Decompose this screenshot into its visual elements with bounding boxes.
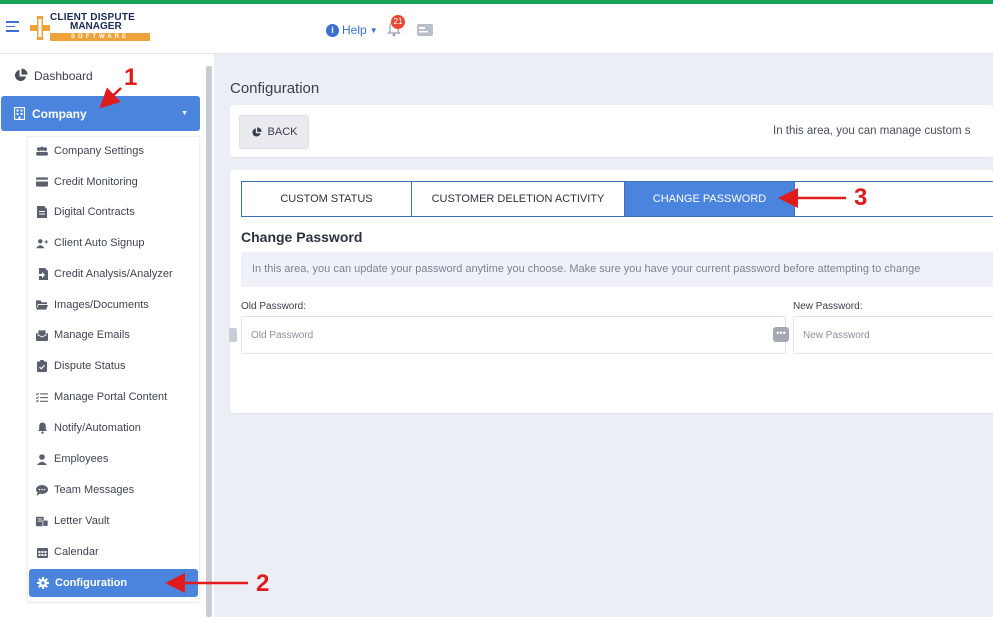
tab-customer-deletion-activity[interactable]: CUSTOMER DELETION ACTIVITY	[412, 182, 625, 216]
clipboard-check-icon	[36, 360, 48, 372]
old-password-label: Old Password:	[241, 301, 307, 312]
sidebar-item-client-auto-signup[interactable]: Client Auto Signup	[36, 237, 145, 249]
bell-icon	[36, 422, 48, 434]
section-title: Change Password	[241, 229, 363, 245]
sidebar-item-credit-analysis[interactable]: Credit Analysis/Analyzer	[36, 268, 173, 280]
folder-open-icon	[36, 300, 48, 311]
sidebar-item-label: Digital Contracts	[54, 206, 135, 218]
sidebar-item-company-settings[interactable]: Company Settings	[36, 145, 144, 157]
notification-count-badge: 21	[391, 15, 405, 29]
back-label: BACK	[267, 126, 298, 138]
old-password-input[interactable]	[241, 316, 786, 354]
sidebar-item-digital-contracts[interactable]: Digital Contracts	[36, 206, 135, 218]
sidebar-item-label: Calendar	[54, 546, 99, 558]
new-password-input[interactable]	[793, 316, 993, 354]
sidebar-item-label: Images/Documents	[54, 299, 149, 311]
sidebar-item-calendar[interactable]: Calendar	[36, 546, 99, 558]
sidebar-scrollbar[interactable]	[206, 66, 212, 617]
logo-text-line2: MANAGER	[70, 21, 122, 32]
sidebar-item-label: Manage Portal Content	[54, 391, 168, 403]
logo-text-line3: SOFTWARE	[50, 33, 150, 41]
sidebar-item-label: Credit Analysis/Analyzer	[54, 268, 173, 280]
annotation-marker-1: 1	[124, 64, 138, 91]
collapse-handle-icon[interactable]	[229, 328, 237, 342]
gear-icon	[37, 577, 49, 589]
sidebar-item-label: Notify/Automation	[54, 422, 141, 434]
user-plus-icon	[36, 238, 48, 249]
sidebar-item-label: Company Settings	[54, 145, 144, 157]
sidebar-item-team-messages[interactable]: Team Messages	[36, 484, 134, 496]
sidebar-item-manage-portal-content[interactable]: Manage Portal Content	[36, 391, 167, 403]
settings-tabs: CUSTOM STATUS CUSTOMER DELETION ACTIVITY…	[241, 181, 993, 217]
page-title: Configuration	[230, 80, 320, 97]
app-logo[interactable]: CLIENT DISPUTE MANAGER SOFTWARE	[30, 12, 152, 46]
section-note: In this area, you can update your passwo…	[241, 252, 993, 287]
sidebar-item-label: Team Messages	[54, 484, 135, 496]
calendar-icon	[36, 547, 48, 558]
tab-change-password[interactable]: CHANGE PASSWORD	[625, 182, 795, 216]
vault-icon	[36, 516, 48, 527]
sidebar-item-letter-vault[interactable]: Letter Vault	[36, 515, 109, 527]
caret-down-icon: ▼	[181, 110, 188, 117]
company-label: Company	[32, 106, 87, 121]
sidebar-item-images-documents[interactable]: Images/Documents	[36, 299, 149, 311]
sidebar-item-company[interactable]: Company ▼	[1, 96, 200, 131]
pie-chart-icon	[14, 68, 28, 82]
building-icon	[14, 107, 25, 120]
help-label: Help	[342, 23, 367, 37]
credit-card-icon	[36, 177, 48, 188]
sidebar-item-label: Manage Emails	[54, 329, 130, 341]
new-password-label: New Password:	[793, 301, 863, 312]
sidebar-item-credit-monitoring[interactable]: Credit Monitoring	[36, 176, 138, 188]
mail-box-icon	[36, 329, 48, 341]
sidebar-item-label: Dispute Status	[54, 360, 126, 372]
annotation-marker-3: 3	[854, 184, 868, 211]
configuration-info-text: In this area, you can manage custom s	[773, 125, 971, 137]
chat-icon	[36, 484, 48, 496]
configuration-label: Configuration	[55, 577, 128, 589]
sidebar-item-dashboard[interactable]: Dashboard	[13, 68, 93, 83]
sidebar-item-label: Credit Monitoring	[54, 176, 138, 188]
tab-custom-status[interactable]: CUSTOM STATUS	[242, 182, 412, 216]
sidebar-item-label: Client Auto Signup	[54, 237, 145, 249]
help-menu[interactable]: i Help ▼	[326, 23, 378, 37]
document-icon	[36, 206, 48, 218]
users-icon	[36, 146, 48, 157]
sidebar-item-manage-emails[interactable]: Manage Emails	[36, 329, 130, 341]
annotation-marker-2: 2	[256, 570, 270, 597]
password-dots-icon[interactable]: •••	[773, 327, 789, 342]
logo-mark-icon	[30, 16, 50, 40]
sidebar-item-notify-automation[interactable]: Notify/Automation	[36, 422, 141, 434]
sidebar-item-dispute-status[interactable]: Dispute Status	[36, 360, 126, 372]
caret-down-icon: ▼	[369, 25, 378, 35]
back-button[interactable]: BACK	[239, 115, 309, 149]
sidebar-item-label: Letter Vault	[54, 515, 110, 527]
list-check-icon	[36, 392, 48, 403]
sidebar-item-configuration[interactable]: Configuration	[29, 569, 198, 597]
sidebar-item-label: Employees	[54, 453, 109, 465]
sidebar-item-employees[interactable]: Employees	[36, 453, 108, 465]
menu-toggle-icon[interactable]	[6, 21, 19, 32]
file-import-icon	[36, 268, 48, 280]
id-card-icon[interactable]	[417, 24, 433, 36]
dashboard-label: Dashboard	[34, 68, 93, 83]
pie-chart-icon	[251, 126, 262, 137]
info-icon: i	[326, 23, 339, 37]
user-icon	[36, 453, 48, 465]
